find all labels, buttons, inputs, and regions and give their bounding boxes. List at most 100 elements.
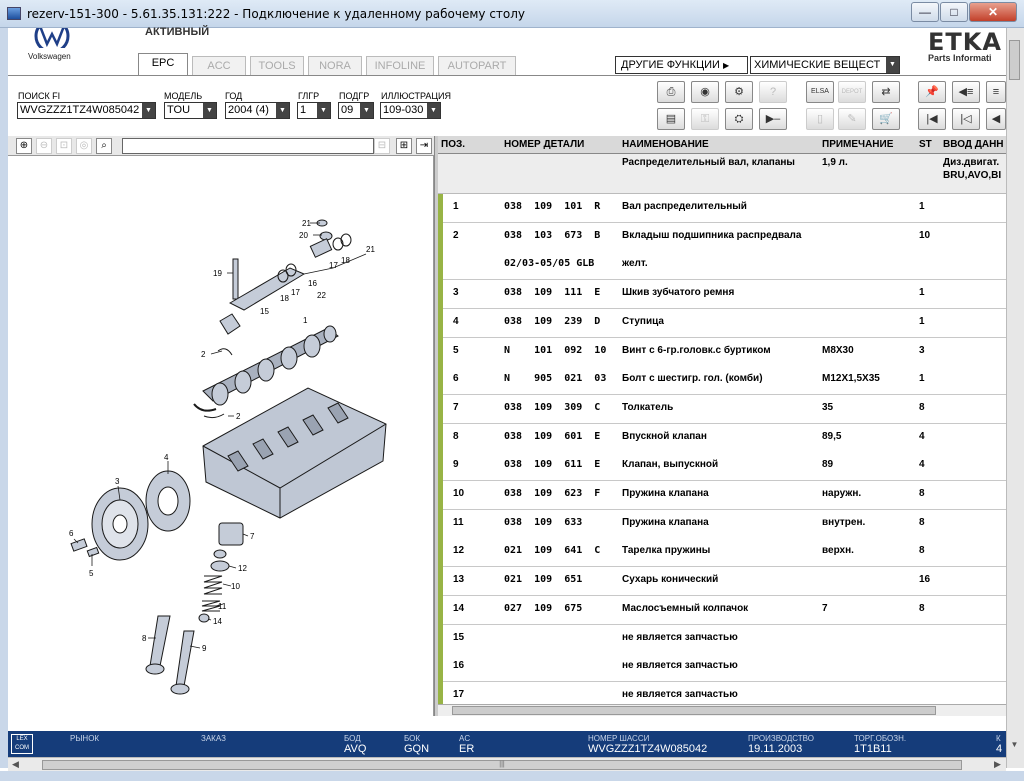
model-select[interactable]: TOU ▼ bbox=[164, 102, 217, 119]
sub-group-select[interactable]: 09 ▼ bbox=[338, 102, 374, 119]
tool-icon[interactable]: ✎ bbox=[838, 108, 866, 130]
zoom-in-icon[interactable]: ⊕ bbox=[16, 138, 32, 154]
year-select[interactable]: 2004 (4) ▼ bbox=[225, 102, 290, 119]
device-icon[interactable]: ▯ bbox=[806, 108, 834, 130]
table-row[interactable]: 10 038 109 623 F Пружина клапана наружн. 8 bbox=[438, 481, 1006, 510]
scroll-down-icon[interactable]: ▼ bbox=[1009, 740, 1020, 754]
minimize-button[interactable]: — bbox=[911, 2, 939, 22]
table-row[interactable]: 2 038 103 673 B Вкладыш подшипника распред… bbox=[438, 222, 1006, 252]
scroll-right-icon[interactable]: ▶ bbox=[994, 759, 1001, 770]
table-row[interactable]: 8 038 109 601 E Впускной клапан 89,5 4 bbox=[438, 423, 1006, 453]
table-row[interactable]: 02/03-05/05 GLB желт. bbox=[438, 251, 1006, 281]
chevron-down-icon[interactable]: ▼ bbox=[360, 103, 373, 118]
horizontal-scroll-thumb[interactable]: ||| bbox=[42, 760, 962, 770]
prev-icon[interactable]: |◁ bbox=[952, 108, 980, 130]
callout-5: 5 bbox=[89, 569, 94, 578]
chevron-down-icon[interactable]: ▼ bbox=[427, 103, 440, 118]
col-input-header[interactable]: ВВОД ДАНН bbox=[943, 139, 1004, 150]
tab-epc[interactable]: EPC bbox=[138, 53, 188, 76]
parts-illustration[interactable]: 21 20 17 18 21 19 16 17 18 15 22 2 1 2 4… bbox=[8, 156, 434, 716]
depot-icon[interactable]: DEPOT bbox=[838, 81, 866, 103]
chevron-down-icon[interactable]: ▼ bbox=[142, 103, 155, 118]
table-row[interactable]: 14 027 109 675 Маслосъемный колпачок 7 8 bbox=[438, 595, 1006, 625]
table-row[interactable]: 6 N 905 021 03 Болт с шестигр. гол. (комби… bbox=[438, 366, 1006, 396]
row-pos: 4 bbox=[453, 315, 459, 327]
table-row[interactable]: 11 038 109 633 Пружина клапана внутрен. 8 bbox=[438, 509, 1006, 539]
other-functions-select[interactable]: ХИМИЧЕСКИЕ ВЕЩЕСТ ▼ bbox=[750, 56, 900, 74]
row-qty: 4 bbox=[919, 459, 925, 471]
col-note-header[interactable]: ПРИМЕЧАНИЕ bbox=[822, 139, 893, 150]
tab-nora[interactable]: NORA bbox=[308, 56, 362, 76]
key-icon[interactable]: ⚿ bbox=[691, 108, 719, 130]
fi-search-field[interactable]: WVGZZZ1TZ4W085042 ▼ bbox=[17, 102, 156, 119]
list-back-icon[interactable]: ◀≡ bbox=[952, 81, 980, 103]
table-icon[interactable]: ▤ bbox=[657, 108, 685, 130]
col-pos-header[interactable]: ПОЗ. bbox=[441, 139, 465, 150]
horizontal-scrollbar[interactable]: ◀ ||| ▶ bbox=[8, 757, 1006, 771]
zoom-out-icon[interactable]: ⊖ bbox=[36, 138, 52, 154]
cart-arrow-icon[interactable]: ⇄ bbox=[872, 81, 900, 103]
callout-21: 21 bbox=[302, 219, 311, 228]
engine-icon[interactable]: ⛭ bbox=[725, 108, 753, 130]
maximize-button[interactable]: □ bbox=[940, 2, 968, 22]
illustration-search-input[interactable] bbox=[122, 138, 374, 154]
cd-icon[interactable]: ◉ bbox=[691, 81, 719, 103]
table-row[interactable]: 17 не является запчастью bbox=[438, 681, 1006, 704]
chevron-down-icon[interactable]: ▼ bbox=[276, 103, 289, 118]
scroll-left-icon[interactable]: ◀ bbox=[12, 759, 19, 770]
pin-icon[interactable]: 📌 bbox=[918, 81, 946, 103]
callout-12: 12 bbox=[238, 564, 247, 573]
list-icon[interactable]: ≡ bbox=[986, 81, 1006, 103]
vertical-scrollbar[interactable] bbox=[1006, 28, 1024, 768]
search-icon[interactable]: ⌕ bbox=[96, 138, 112, 154]
zoom-fit-icon[interactable]: ◎ bbox=[76, 138, 92, 154]
row-name: Шкив зубчатого ремня bbox=[622, 287, 735, 299]
help-icon[interactable]: ? bbox=[759, 81, 787, 103]
tab-autopart[interactable]: AUTOPART bbox=[438, 56, 516, 76]
chevron-down-icon[interactable]: ▼ bbox=[317, 103, 330, 118]
table-row[interactable]: 4 038 109 239 D Ступица 1 bbox=[438, 308, 1006, 338]
year-label: ГОД bbox=[225, 91, 243, 101]
table-row[interactable]: 3 038 109 111 E Шкив зубчатого ремня 1 bbox=[438, 280, 1006, 310]
fi-search-label: ПОИСК FI bbox=[18, 91, 61, 101]
table-scroll-thumb[interactable] bbox=[452, 706, 936, 715]
car-icon[interactable]: ⚙ bbox=[725, 81, 753, 103]
tab-acc[interactable]: ACC bbox=[192, 56, 246, 76]
collapse-icon[interactable]: ⇥ bbox=[416, 138, 432, 154]
row-part-number: 02/03-05/05 GLB bbox=[504, 258, 595, 270]
play-step-icon[interactable]: ▶– bbox=[759, 108, 787, 130]
table-row[interactable]: 13 021 109 651 Сухарь конический 16 bbox=[438, 567, 1006, 597]
chevron-down-icon[interactable]: ▼ bbox=[886, 57, 899, 73]
vertical-scroll-thumb[interactable] bbox=[1009, 40, 1020, 80]
table-row[interactable]: 15 не является запчастью bbox=[438, 624, 1006, 654]
col-qty-header[interactable]: ST bbox=[919, 139, 932, 150]
row-qty: 1 bbox=[919, 315, 925, 327]
close-button[interactable]: ✕ bbox=[969, 2, 1017, 22]
tab-infoline[interactable]: INFOLINE bbox=[366, 56, 434, 76]
first-icon[interactable]: |◀ bbox=[918, 108, 946, 130]
elsa-icon[interactable]: ELSA bbox=[806, 81, 834, 103]
back-icon[interactable]: ◀ bbox=[986, 108, 1006, 130]
cart-icon[interactable]: 🛒 bbox=[872, 108, 900, 130]
table-row[interactable]: 5 N 101 092 10 Винт с 6-гр.головк.с буртик… bbox=[438, 337, 1006, 367]
table-row[interactable]: 1 038 109 101 R Вал распределительный 1 bbox=[438, 194, 1006, 223]
zoom-area-icon[interactable]: ⊡ bbox=[56, 138, 72, 154]
table-horizontal-scrollbar[interactable] bbox=[438, 704, 1006, 716]
table-row[interactable]: 7 038 109 309 C Толкатель 35 8 bbox=[438, 394, 1006, 424]
print-icon[interactable]: ⎙ bbox=[657, 81, 685, 103]
tab-tools[interactable]: TOOLS bbox=[250, 56, 304, 76]
col-number-header[interactable]: НОМЕР ДЕТАЛИ bbox=[504, 139, 584, 150]
table-row[interactable]: 16 не является запчастью bbox=[438, 653, 1006, 683]
year-value: 2004 (4) bbox=[228, 104, 269, 116]
other-functions-button[interactable]: ДРУГИЕ ФУНКЦИИ ▶ bbox=[615, 56, 748, 74]
col-name-header[interactable]: НАИМЕНОВАНИЕ bbox=[622, 139, 709, 150]
chevron-down-icon[interactable]: ▼ bbox=[203, 103, 216, 118]
illustration-select[interactable]: 109-030 ▼ bbox=[380, 102, 441, 119]
main-group-select[interactable]: 1 ▼ bbox=[297, 102, 331, 119]
layout-icon[interactable]: ⊞ bbox=[396, 138, 412, 154]
row-marker bbox=[438, 624, 443, 654]
table-row[interactable]: 12 021 109 641 C Тарелка пружины верхн. 8 bbox=[438, 538, 1006, 568]
illustration-value: 109-030 bbox=[383, 104, 424, 116]
table-row[interactable]: 9 038 109 611 E Клапан, выпускной 89 4 bbox=[438, 452, 1006, 482]
split-view-icon[interactable]: ⊟ bbox=[374, 138, 390, 154]
